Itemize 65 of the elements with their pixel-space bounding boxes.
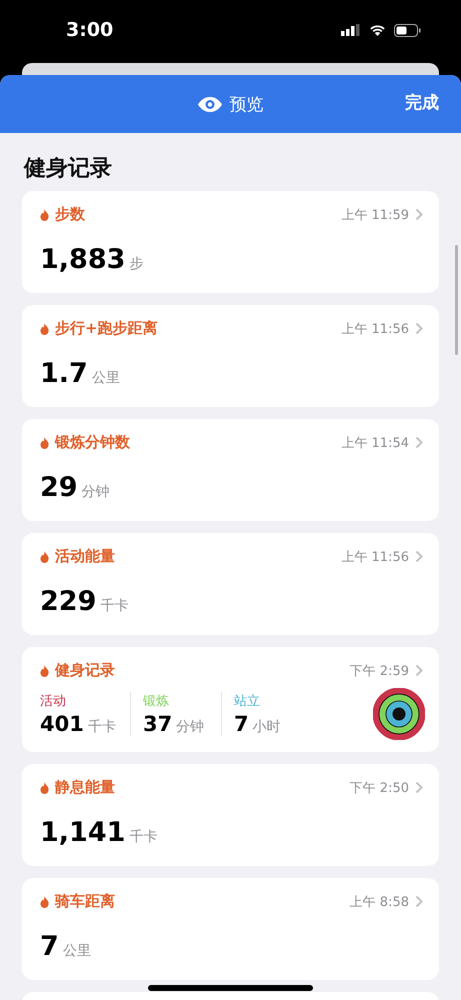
chevron-icon <box>415 322 423 335</box>
chevron-icon <box>415 550 423 563</box>
card-time: 上午 11:56 <box>341 548 409 566</box>
metric-unit: 分钟 <box>82 483 110 501</box>
flame-icon <box>40 550 49 562</box>
card-title: 活动能量 <box>55 547 116 566</box>
card-title: 锻炼分钟数 <box>55 433 131 452</box>
chevron-icon <box>415 895 423 908</box>
card-time: 上午 11:54 <box>341 434 409 452</box>
ring-value: 7 <box>234 712 249 736</box>
metric-value: 1.7 <box>40 358 88 389</box>
flame-icon <box>40 896 49 908</box>
metric-value: 7 <box>40 931 59 962</box>
ring-unit: 小时 <box>252 718 281 736</box>
metric-value: 1,141 <box>40 817 126 848</box>
wifi-icon <box>369 24 386 36</box>
ring-value: 401 <box>40 712 84 736</box>
ring-unit: 分钟 <box>176 718 204 736</box>
flame-icon <box>40 436 49 448</box>
section-title: 健身记录 <box>22 155 113 183</box>
eye-icon <box>198 96 222 112</box>
card-time: 下午 2:59 <box>350 662 409 680</box>
flame-icon <box>40 208 49 220</box>
ring-unit: 千卡 <box>88 718 116 736</box>
card-time: 上午 11:59 <box>341 206 409 224</box>
activity-rings-icon <box>373 688 425 740</box>
card-time: 上午 11:56 <box>341 320 409 338</box>
ring-value: 37 <box>143 712 172 736</box>
chevron-icon <box>415 664 423 677</box>
metric-card[interactable]: 静息能量 下午 2:50 1,141 千卡 <box>22 764 439 866</box>
flame-icon <box>40 322 49 334</box>
card-title: 骑车距离 <box>55 892 116 911</box>
chevron-icon <box>415 208 423 221</box>
metric-card[interactable]: 锻炼分钟数 上午 11:54 29 分钟 <box>22 419 439 521</box>
metric-card[interactable]: 步行+跑步距离 上午 11:56 1.7 公里 <box>22 305 439 407</box>
metric-unit: 千卡 <box>100 597 128 615</box>
battery-icon <box>394 24 421 36</box>
flame-icon <box>40 664 49 676</box>
metric-card[interactable]: 步数 上午 11:59 1,883 步 <box>22 191 439 293</box>
metric-card[interactable]: 活动能量 上午 11:56 229 千卡 <box>22 533 439 635</box>
metric-unit: 公里 <box>62 942 91 960</box>
card-time: 下午 2:50 <box>350 780 409 796</box>
metric-value: 229 <box>40 586 96 617</box>
ring-label: 锻炼 <box>143 693 170 710</box>
signal-icon <box>341 24 361 36</box>
chevron-icon <box>415 781 423 794</box>
card-title: 健身记录 <box>55 661 116 680</box>
status-time: 3:00 <box>66 19 114 41</box>
activity-card[interactable]: 健身记录 下午 2:59 活动 401 千卡 锻炼 37 分钟 站立 7 小时 <box>22 647 439 752</box>
ring-label: 活动 <box>40 693 67 710</box>
metric-value: 1,883 <box>40 244 126 275</box>
chevron-icon <box>415 436 423 449</box>
ring-label: 站立 <box>234 693 261 710</box>
metric-unit: 千卡 <box>129 828 158 846</box>
card-title: 步数 <box>55 205 86 224</box>
flame-icon <box>40 782 49 794</box>
card-title: 步行+跑步距离 <box>55 319 159 338</box>
card-title: 静息能量 <box>55 778 116 797</box>
header-title: 预览 <box>230 94 264 116</box>
metric-value: 29 <box>40 472 78 503</box>
metric-unit: 步 <box>129 255 144 273</box>
card-time: 上午 8:58 <box>350 894 409 910</box>
metric-card[interactable]: 骑车距离 上午 8:58 7 公里 <box>22 878 439 980</box>
metric-unit: 公里 <box>92 369 120 387</box>
done-button[interactable]: 完成 <box>405 91 439 114</box>
